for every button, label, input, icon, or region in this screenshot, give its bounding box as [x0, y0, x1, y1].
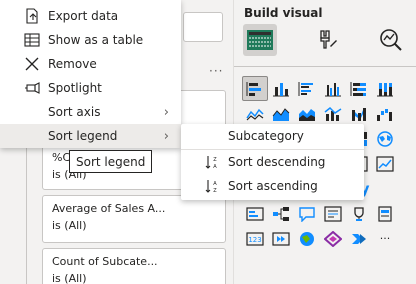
table-icon [24, 32, 40, 48]
svg-text:123: 123 [248, 236, 261, 244]
filter-card[interactable]: Average of Sales A... is (All) [42, 195, 226, 243]
paginated-report-icon[interactable] [372, 201, 398, 226]
tooltip: Sort legend [69, 150, 153, 173]
waterfall-chart-icon[interactable] [372, 101, 398, 126]
close-icon [24, 56, 40, 72]
menu-item-show-as-table[interactable]: Show as a table [0, 28, 181, 52]
sort-descending-icon: ZA [205, 155, 219, 169]
arcgis-map-icon[interactable] [294, 226, 320, 251]
clustered-bar-chart-icon[interactable] [294, 76, 320, 101]
export-icon [24, 8, 40, 24]
power-apps-icon[interactable] [320, 226, 346, 251]
build-visual-title: Build visual [244, 6, 323, 20]
power-automate-flow-icon[interactable] [346, 226, 372, 251]
ribbon-chart-icon[interactable] [346, 101, 372, 126]
menu-item-label: Export data [48, 9, 119, 23]
map-icon[interactable] [372, 126, 398, 151]
context-menu: Export data Show as a table Remove Spotl… [0, 0, 181, 148]
filter-card-name: Count of Subcate... [52, 255, 158, 268]
more-options-icon[interactable]: ··· [209, 64, 223, 78]
filter-card[interactable]: Count of Subcate... is (All) [42, 248, 226, 284]
svg-text:A: A [213, 181, 217, 187]
menu-item-sort-legend[interactable]: Sort legend › [0, 124, 181, 148]
svg-text:A: A [213, 164, 217, 169]
100-percent-column-chart-icon[interactable] [372, 76, 398, 101]
filter-card-name: Average of Sales A... [52, 202, 166, 215]
menu-item-label: Sort axis [48, 105, 101, 119]
menu-item-sort-axis[interactable]: Sort axis › [0, 100, 181, 124]
menu-item-sort-descending[interactable]: ZA Sort descending [181, 150, 364, 174]
line-and-column-chart-icon[interactable] [320, 101, 346, 126]
analytics-magnifier-icon [380, 29, 402, 51]
area-chart-icon[interactable] [268, 101, 294, 126]
empty-slot [372, 176, 398, 201]
kpi-icon[interactable] [372, 151, 398, 176]
svg-text:Z: Z [213, 157, 217, 163]
pane-divider [26, 140, 27, 284]
menu-item-label: Spotlight [48, 81, 102, 95]
clustered-column-chart-icon[interactable] [320, 76, 346, 101]
spotlight-icon [24, 80, 40, 96]
menu-item-label: Show as a table [48, 33, 144, 47]
goals-trophy-icon[interactable] [346, 201, 372, 226]
chevron-right-icon: › [163, 128, 169, 144]
stacked-bar-chart-icon[interactable] [242, 76, 268, 101]
key-influencers-icon[interactable] [242, 201, 268, 226]
chevron-right-icon: › [163, 104, 169, 120]
100-percent-bar-chart-icon[interactable] [346, 76, 372, 101]
pane-separator [234, 66, 416, 67]
menu-item-spotlight[interactable]: Spotlight [0, 76, 181, 100]
decomposition-tree-icon[interactable] [268, 201, 294, 226]
tab-format-visual[interactable] [310, 24, 344, 56]
menu-item-export-data[interactable]: Export data [0, 4, 181, 28]
power-automate-icon[interactable] [268, 226, 294, 251]
menu-item-label: Sort descending [228, 155, 326, 169]
tab-analytics[interactable] [374, 24, 408, 56]
stacked-column-chart-icon[interactable] [268, 76, 294, 101]
menu-item-label: Remove [48, 57, 97, 71]
smart-narrative-icon[interactable] [320, 201, 346, 226]
submenu-header: Subcategory [228, 129, 304, 143]
menu-item-label: Sort legend [48, 129, 118, 143]
filter-search-box[interactable] [183, 12, 223, 42]
qa-visual-icon[interactable] [294, 201, 320, 226]
sort-ascending-icon: AZ [205, 179, 219, 193]
tab-build-visual[interactable] [243, 24, 277, 56]
table-visual-icon [247, 30, 273, 50]
menu-item-label: Sort ascending [228, 179, 318, 193]
format-paintbrush-icon [320, 30, 337, 49]
menu-item-remove[interactable]: Remove [0, 52, 181, 76]
filter-card-value: is (All) [52, 272, 87, 284]
filter-card-value: is (All) [52, 219, 87, 232]
line-chart-icon[interactable] [242, 101, 268, 126]
menu-item-sort-ascending[interactable]: AZ Sort ascending [181, 174, 364, 198]
stacked-area-chart-icon[interactable] [294, 101, 320, 126]
scorecard-icon[interactable]: 123 [242, 226, 268, 251]
sort-legend-submenu: Subcategory ZA Sort descending AZ Sort a… [181, 124, 364, 200]
svg-text:Z: Z [213, 188, 217, 193]
more-visuals-icon[interactable]: ··· [372, 226, 398, 251]
